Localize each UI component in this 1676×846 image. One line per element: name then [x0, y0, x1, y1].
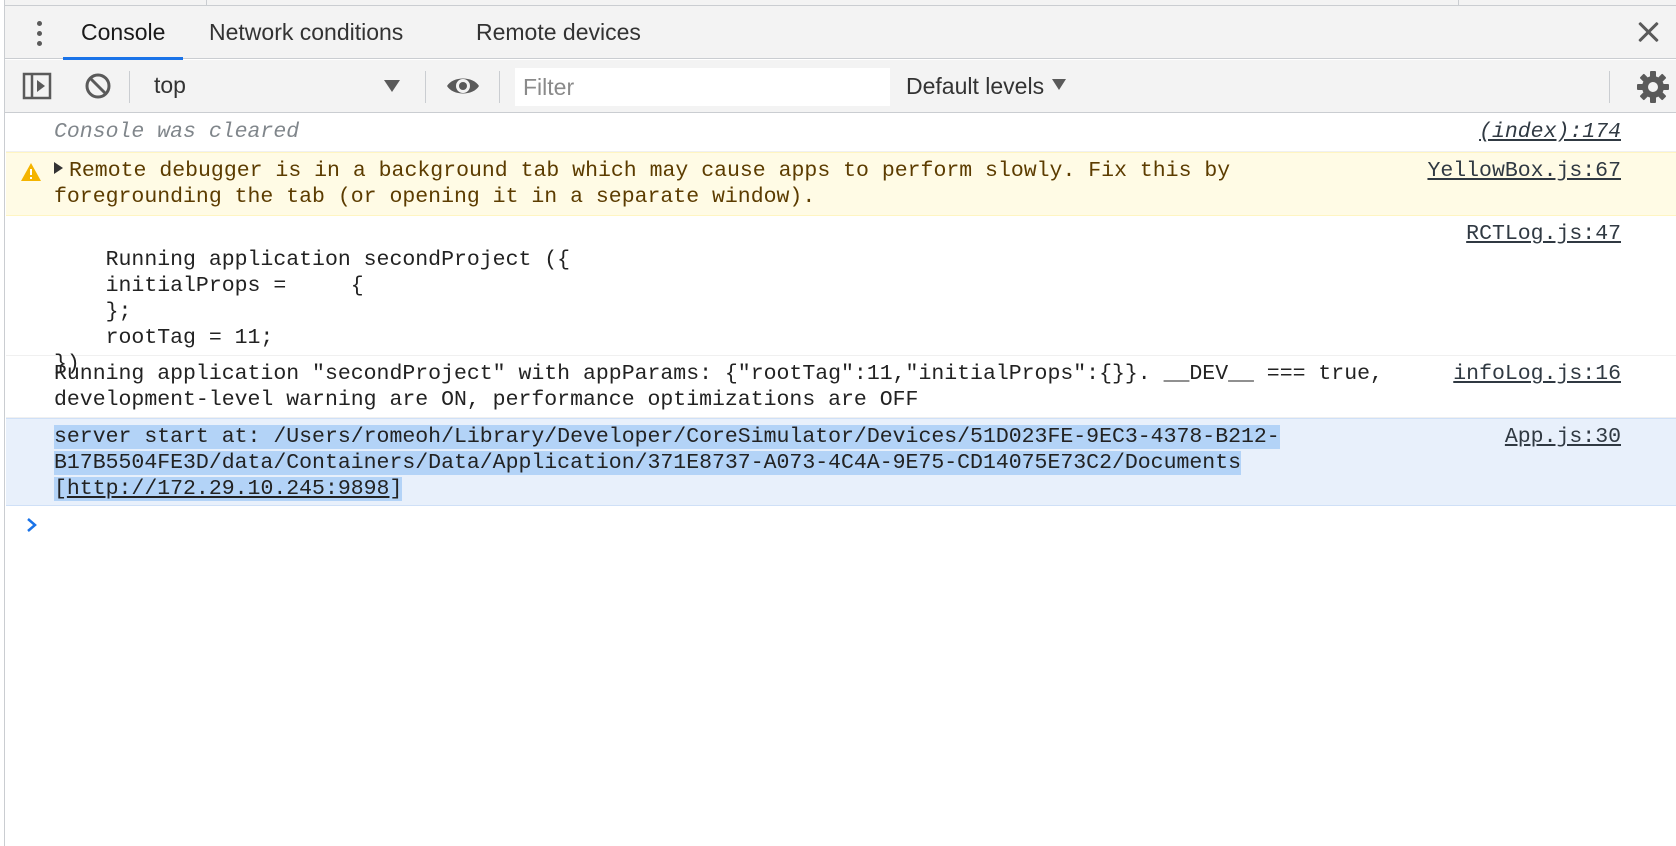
close-icon[interactable]: [1634, 18, 1662, 46]
source-link[interactable]: RCTLog.js:47: [1466, 221, 1621, 247]
eye-icon[interactable]: [445, 70, 481, 102]
context-selector[interactable]: top: [142, 68, 414, 104]
devtools-tab-bar: Console Network conditions Remote device…: [5, 6, 1676, 60]
tab-console[interactable]: Console: [63, 6, 184, 60]
log-levels-dropdown[interactable]: Default levels: [900, 68, 1072, 104]
source-link[interactable]: (index):174: [1479, 119, 1621, 145]
message-text-line2: development-level warning are ON, perfor…: [54, 388, 919, 412]
console-message-warning: Remote debugger is in a background tab w…: [6, 152, 1676, 216]
source-link[interactable]: infoLog.js:16: [1453, 361, 1621, 387]
bracket-open: [: [54, 477, 67, 501]
tab-network-conditions[interactable]: Network conditions: [191, 6, 421, 59]
clear-console-icon[interactable]: [83, 71, 113, 101]
console-messages: Console was cleared (index):174 Remote d…: [6, 114, 1676, 546]
message-text-line1: server start at: /Users/romeoh/Library/D…: [54, 425, 1280, 449]
message-text: Console was cleared: [54, 120, 300, 144]
log-levels-label: Default levels: [906, 73, 1045, 99]
message-text-line1: Remote debugger is in a background tab w…: [69, 159, 1231, 183]
server-url-link[interactable]: http://172.29.10.245:9898: [67, 477, 390, 501]
chevron-down-icon: [1052, 79, 1067, 91]
console-message-cleared: Console was cleared (index):174: [6, 114, 1676, 152]
console-message-info: Running application "secondProject" with…: [6, 356, 1676, 418]
chevron-down-icon: [384, 80, 400, 92]
toolbar-divider: [425, 71, 426, 103]
context-value: top: [154, 72, 186, 98]
source-link[interactable]: YellowBox.js:67: [1427, 158, 1621, 184]
filter-input[interactable]: [515, 68, 890, 106]
message-text-line1: Running application "secondProject" with…: [54, 362, 1383, 386]
bracket-close: ]: [389, 477, 403, 501]
tab-remote-devices[interactable]: Remote devices: [458, 6, 659, 59]
message-text-line2: B17B5504FE3D/data/Containers/Data/Applic…: [54, 451, 1241, 475]
console-prompt[interactable]: [6, 506, 1676, 546]
left-edge: [0, 0, 5, 846]
expand-triangle-icon[interactable]: [54, 162, 63, 174]
console-message-log: Running application secondProject ({ ini…: [6, 216, 1676, 376]
prompt-chevron-icon: [22, 514, 42, 536]
console-toolbar: top Default levels: [5, 60, 1676, 113]
source-link[interactable]: App.js:30: [1505, 424, 1621, 450]
gear-icon[interactable]: [1636, 70, 1670, 104]
message-text-line2: foregrounding the tab (or opening it in …: [54, 185, 816, 209]
console-message-server: server start at: /Users/romeoh/Library/D…: [6, 418, 1676, 506]
kebab-menu-icon[interactable]: [31, 19, 49, 49]
toolbar-divider: [129, 71, 130, 103]
warning-icon: [20, 162, 42, 182]
toolbar-divider: [1609, 71, 1610, 103]
toolbar-divider: [499, 71, 500, 103]
sidebar-toggle-icon[interactable]: [22, 72, 52, 100]
